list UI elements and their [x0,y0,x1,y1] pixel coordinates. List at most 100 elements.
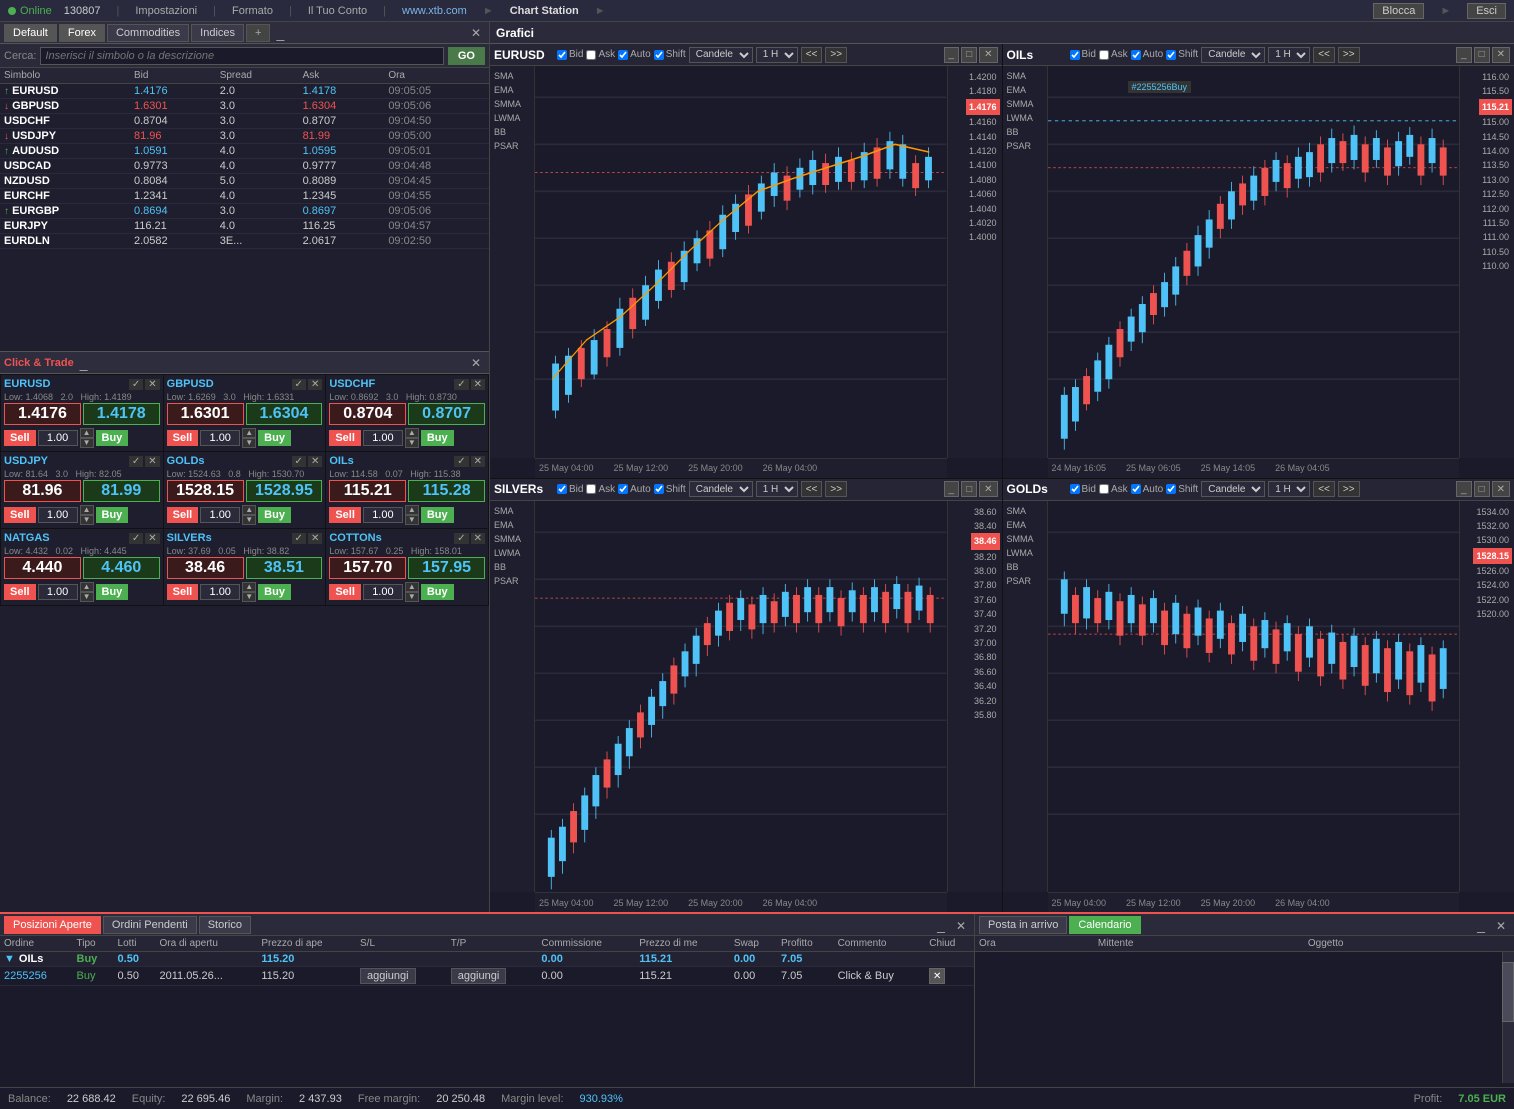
ct-buy-btn-eurusd[interactable]: Buy [96,430,129,446]
silvers-psar[interactable]: PSAR [492,575,532,587]
ct-buy-btn-usdjpy[interactable]: Buy [96,507,129,523]
tab-default[interactable]: Default [4,24,57,42]
ct-close-cottons[interactable]: ✕ [471,533,485,544]
eurusd-bb[interactable]: BB [492,126,532,138]
tp-aggiungi[interactable]: aggiungi [451,968,507,984]
ct-lot-oils[interactable] [363,507,403,523]
ct-sell-btn-golds[interactable]: Sell [167,507,199,523]
silvers-tf-select[interactable]: 1 H [756,481,798,497]
golds-bid-check[interactable]: Bid [1070,484,1096,495]
silvers-maximize[interactable]: □ [961,481,977,497]
oils-ask-check[interactable]: Ask [1099,49,1128,60]
oils-psar[interactable]: PSAR [1005,140,1045,152]
silvers-minimize[interactable]: _ [944,481,960,497]
bottom-right-close[interactable]: ✕ [1492,919,1510,933]
ct-lot-natgas[interactable] [38,584,78,600]
eurusd-next[interactable]: >> [825,47,847,63]
blocca-button[interactable]: Blocca [1373,3,1424,19]
golds-tf-select[interactable]: 1 H [1268,481,1310,497]
oils-bid-check[interactable]: Bid [1070,49,1096,60]
ct-close-natgas[interactable]: ✕ [145,533,159,544]
ct-lot-usdchf[interactable] [363,430,403,446]
ct-buy-btn-gbpusd[interactable]: Buy [258,430,291,446]
ct-lot-gbpusd[interactable] [200,430,240,446]
eurusd-minimize[interactable]: _ [944,47,960,63]
close-order-btn[interactable]: ✕ [929,968,945,984]
oils-canvas[interactable]: #2255256Buy [1048,66,1460,458]
eurusd-close[interactable]: ✕ [979,47,997,63]
ct-close-silvers[interactable]: ✕ [308,533,322,544]
oils-smma[interactable]: SMMA [1005,98,1045,110]
ct-sell-btn-gbpusd[interactable]: Sell [167,430,199,446]
golds-psar[interactable]: PSAR [1005,575,1045,587]
ct-buy-btn-oils[interactable]: Buy [421,507,454,523]
ct-lot-cottons[interactable] [363,584,403,600]
watchlist-row[interactable]: ↓ GBPUSD 1.6301 3.0 1.6304 09:05:06 [0,99,489,114]
golds-sma[interactable]: SMA [1005,505,1045,517]
formato-link[interactable]: Formato [232,5,273,17]
golds-minimize[interactable]: _ [1456,481,1472,497]
ct-sell-btn-silvers[interactable]: Sell [167,584,199,600]
watchlist-row[interactable]: EURDLN 2.0582 3E... 2.0617 09:02:50 [0,234,489,249]
il-tuo-conto-link[interactable]: Il Tuo Conto [308,5,367,17]
ct-close-oils[interactable]: ✕ [471,456,485,467]
ct-buy-btn-golds[interactable]: Buy [258,507,291,523]
tab-posizioni-aperte[interactable]: Posizioni Aperte [4,916,101,934]
watchlist-row[interactable]: ↑ AUDUSD 1.0591 4.0 1.0595 09:05:01 [0,144,489,159]
tab-ordini-pendenti[interactable]: Ordini Pendenti [103,916,197,934]
eurusd-psar[interactable]: PSAR [492,140,532,152]
xtb-link[interactable]: www.xtb.com [402,5,467,17]
ct-sell-btn-oils[interactable]: Sell [329,507,361,523]
ct-sell-btn-natgas[interactable]: Sell [4,584,36,600]
ct-close-golds[interactable]: ✕ [308,456,322,467]
tab-commodities[interactable]: Commodities [107,24,189,42]
silvers-sma[interactable]: SMA [492,505,532,517]
golds-canvas[interactable] [1048,501,1460,893]
golds-close[interactable]: ✕ [1492,481,1510,497]
watchlist-row[interactable]: NZDUSD 0.8084 5.0 0.8089 09:04:45 [0,174,489,189]
eurusd-shift-check[interactable]: Shift [654,49,686,60]
eurusd-canvas[interactable] [535,66,947,458]
watchlist-row[interactable]: USDCAD 0.9773 4.0 0.9777 09:04:48 [0,159,489,174]
silvers-lwma[interactable]: LWMA [492,547,532,559]
eurusd-prev[interactable]: << [801,47,823,63]
golds-lwma[interactable]: LWMA [1005,547,1045,559]
ct-close-gbpusd[interactable]: ✕ [308,379,322,390]
ct-lot-silvers[interactable] [200,584,240,600]
tab-storico[interactable]: Storico [199,916,251,934]
ct-lot-golds[interactable] [200,507,240,523]
golds-shift-check[interactable]: Shift [1166,484,1198,495]
ct-lot-eurusd[interactable] [38,430,78,446]
oils-bb[interactable]: BB [1005,126,1045,138]
ct-minimize[interactable]: _ [76,355,92,371]
watchlist-minimize[interactable]: _ [272,25,288,41]
ct-close-usdjpy[interactable]: ✕ [145,456,159,467]
watchlist-close[interactable]: ✕ [467,26,485,40]
golds-maximize[interactable]: □ [1474,481,1490,497]
tab-posta-arrivo[interactable]: Posta in arrivo [979,916,1067,934]
ct-buy-btn-cottons[interactable]: Buy [421,584,454,600]
oils-sma[interactable]: SMA [1005,70,1045,82]
silvers-bid-check[interactable]: Bid [557,484,583,495]
eurusd-auto-check[interactable]: Auto [618,49,651,60]
watchlist-row[interactable]: ↓ USDJPY 81.96 3.0 81.99 09:05:00 [0,129,489,144]
golds-next[interactable]: >> [1338,481,1360,497]
ct-buy-btn-silvers[interactable]: Buy [258,584,291,600]
search-input[interactable] [40,47,443,65]
ct-sell-btn-usdchf[interactable]: Sell [329,430,361,446]
golds-auto-check[interactable]: Auto [1131,484,1164,495]
oils-auto-check[interactable]: Auto [1131,49,1164,60]
bottom-left-minimize[interactable]: _ [933,917,949,933]
ct-sell-btn-usdjpy[interactable]: Sell [4,507,36,523]
tab-indices[interactable]: Indices [191,24,244,42]
eurusd-type-select[interactable]: Candele [689,47,753,63]
golds-type-select[interactable]: Candele [1201,481,1265,497]
tab-calendario[interactable]: Calendario [1069,916,1140,934]
silvers-close[interactable]: ✕ [979,481,997,497]
silvers-shift-check[interactable]: Shift [654,484,686,495]
oils-close[interactable]: ✕ [1492,47,1510,63]
silvers-smma[interactable]: SMMA [492,533,532,545]
oils-shift-check[interactable]: Shift [1166,49,1198,60]
eurusd-lwma[interactable]: LWMA [492,112,532,124]
oils-tf-select[interactable]: 1 H [1268,47,1310,63]
